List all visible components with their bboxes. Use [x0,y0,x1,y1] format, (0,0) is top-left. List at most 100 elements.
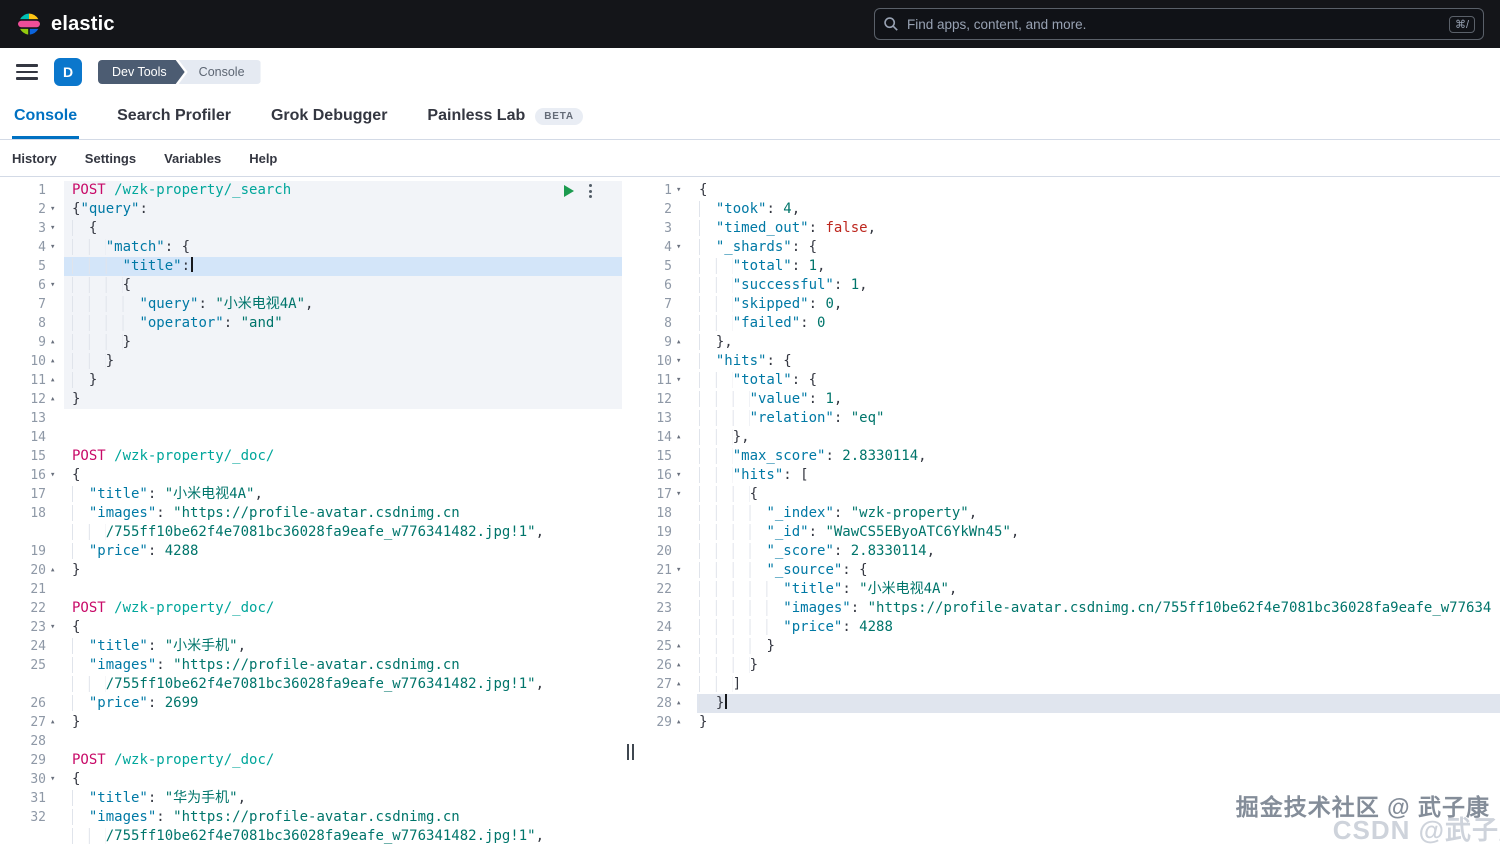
fold-open-icon[interactable]: ▾ [672,181,697,200]
fold-close-icon[interactable]: ▴ [46,561,64,580]
code-line[interactable]: 7 "query": "小米电视4A", [0,295,622,314]
code-line[interactable]: 17 "title": "小米电视4A", [0,485,622,504]
code-line[interactable]: 8 "operator": "and" [0,314,622,333]
code-line[interactable]: 30▾{ [0,770,622,789]
code-text[interactable]: /755ff10be62f4e7081bc36028fa9eafe_w77634… [64,827,622,844]
code-text[interactable] [64,580,622,599]
fold-open-icon[interactable]: ▾ [672,561,697,580]
code-line[interactable]: 29POST /wzk-property/_doc/ [0,751,622,770]
fold-open-icon[interactable]: ▾ [46,200,64,219]
tab-search-profiler[interactable]: Search Profiler [115,96,233,139]
code-text[interactable]: POST /wzk-property/_doc/ [64,599,622,618]
code-line[interactable]: 32 "images": "https://profile-avatar.csd… [0,808,622,827]
code-text[interactable]: "title": "小米手机", [64,637,622,656]
fold-open-icon[interactable]: ▾ [672,238,697,257]
fold-close-icon[interactable]: ▴ [672,675,697,694]
fold-close-icon[interactable]: ▴ [672,694,697,713]
request-options-kebab-icon[interactable] [587,182,594,200]
menu-item-help[interactable]: Help [249,151,277,166]
fold-close-icon[interactable]: ▴ [672,713,697,732]
code-text[interactable]: "title": "小米电视4A", [64,485,622,504]
pane-splitter[interactable] [622,178,638,844]
search-input[interactable] [907,17,1441,32]
tab-console[interactable]: Console [12,96,79,139]
code-text[interactable]: /755ff10be62f4e7081bc36028fa9eafe_w77634… [64,523,622,542]
code-line[interactable]: 14 [0,428,622,447]
code-line[interactable]: 25 "images": "https://profile-avatar.csd… [0,656,622,675]
code-line[interactable]: 13 [0,409,622,428]
code-text[interactable]: { [64,219,622,238]
code-line[interactable]: /755ff10be62f4e7081bc36028fa9eafe_w77634… [0,675,622,694]
code-line[interactable]: 18 "images": "https://profile-avatar.csd… [0,504,622,523]
fold-close-icon[interactable]: ▴ [46,352,64,371]
tab-painless-lab[interactable]: Painless LabBETA [425,96,585,139]
code-text[interactable]: "operator": "and" [64,314,622,333]
code-line[interactable]: 4▾ "match": { [0,238,622,257]
deployment-badge[interactable]: D [54,58,82,86]
code-line[interactable]: 27▴} [0,713,622,732]
fold-open-icon[interactable]: ▾ [46,276,64,295]
code-text[interactable]: } [64,561,622,580]
fold-close-icon[interactable]: ▴ [672,656,697,675]
code-line[interactable]: 2▾{"query": [0,200,622,219]
code-text[interactable]: { [64,618,622,637]
fold-close-icon[interactable]: ▴ [46,333,64,352]
code-text[interactable]: { [64,770,622,789]
code-text[interactable]: {"query": [64,200,622,219]
code-text[interactable]: "price": 2699 [64,694,622,713]
menu-hamburger-icon[interactable] [16,64,38,80]
elastic-logo[interactable]: elastic [16,11,115,37]
code-line[interactable]: 15POST /wzk-property/_doc/ [0,447,622,466]
fold-open-icon[interactable]: ▾ [46,466,64,485]
breadcrumb-dev-tools[interactable]: Dev Tools [98,60,185,84]
code-line[interactable]: 24 "title": "小米手机", [0,637,622,656]
code-line[interactable]: 26 "price": 2699 [0,694,622,713]
code-text[interactable]: /755ff10be62f4e7081bc36028fa9eafe_w77634… [64,675,622,694]
tab-grok-debugger[interactable]: Grok Debugger [269,96,389,139]
code-text[interactable]: "images": "https://profile-avatar.csdnim… [64,808,622,827]
fold-open-icon[interactable]: ▾ [672,352,697,371]
code-text[interactable]: } [64,371,622,390]
code-text[interactable]: } [64,352,622,371]
code-line[interactable]: 22POST /wzk-property/_doc/ [0,599,622,618]
code-text[interactable]: } [64,333,622,352]
send-request-play-icon[interactable] [562,184,576,198]
code-text[interactable]: "title": [64,257,622,276]
code-text[interactable] [64,428,622,447]
fold-open-icon[interactable]: ▾ [46,219,64,238]
code-line[interactable]: 3▾ { [0,219,622,238]
menu-item-settings[interactable]: Settings [85,151,136,166]
splitter-handle-icon[interactable] [627,744,634,760]
fold-open-icon[interactable]: ▾ [46,618,64,637]
code-text[interactable]: POST /wzk-property/_search [64,181,622,200]
code-line[interactable]: 20▴} [0,561,622,580]
code-text[interactable] [64,732,622,751]
code-line[interactable]: 19 "price": 4288 [0,542,622,561]
fold-open-icon[interactable]: ▾ [672,485,697,504]
code-text[interactable]: } [64,713,622,732]
code-line[interactable]: 11▴ } [0,371,622,390]
code-line[interactable]: 28 [0,732,622,751]
code-line[interactable]: /755ff10be62f4e7081bc36028fa9eafe_w77634… [0,827,622,844]
global-search-bar[interactable]: ⌘/ [874,8,1484,40]
fold-close-icon[interactable]: ▴ [46,371,64,390]
code-text[interactable]: } [64,390,622,409]
fold-close-icon[interactable]: ▴ [46,390,64,409]
fold-open-icon[interactable]: ▾ [46,238,64,257]
code-text[interactable]: "match": { [64,238,622,257]
code-line[interactable]: /755ff10be62f4e7081bc36028fa9eafe_w77634… [0,523,622,542]
fold-open-icon[interactable]: ▾ [46,770,64,789]
fold-close-icon[interactable]: ▴ [672,428,697,447]
code-line[interactable]: 12▴} [0,390,622,409]
code-line[interactable]: 21 [0,580,622,599]
code-text[interactable] [64,409,622,428]
request-editor-pane[interactable]: 1POST /wzk-property/_search2▾{"query":3▾… [0,178,622,844]
code-text[interactable]: "query": "小米电视4A", [64,295,622,314]
fold-open-icon[interactable]: ▾ [672,371,697,390]
code-line[interactable]: 16▾{ [0,466,622,485]
code-text[interactable]: { [64,466,622,485]
code-text[interactable]: "images": "https://profile-avatar.csdnim… [64,656,622,675]
fold-close-icon[interactable]: ▴ [672,637,697,656]
code-line[interactable]: 5 "title": [0,257,622,276]
code-line[interactable]: 23▾{ [0,618,622,637]
